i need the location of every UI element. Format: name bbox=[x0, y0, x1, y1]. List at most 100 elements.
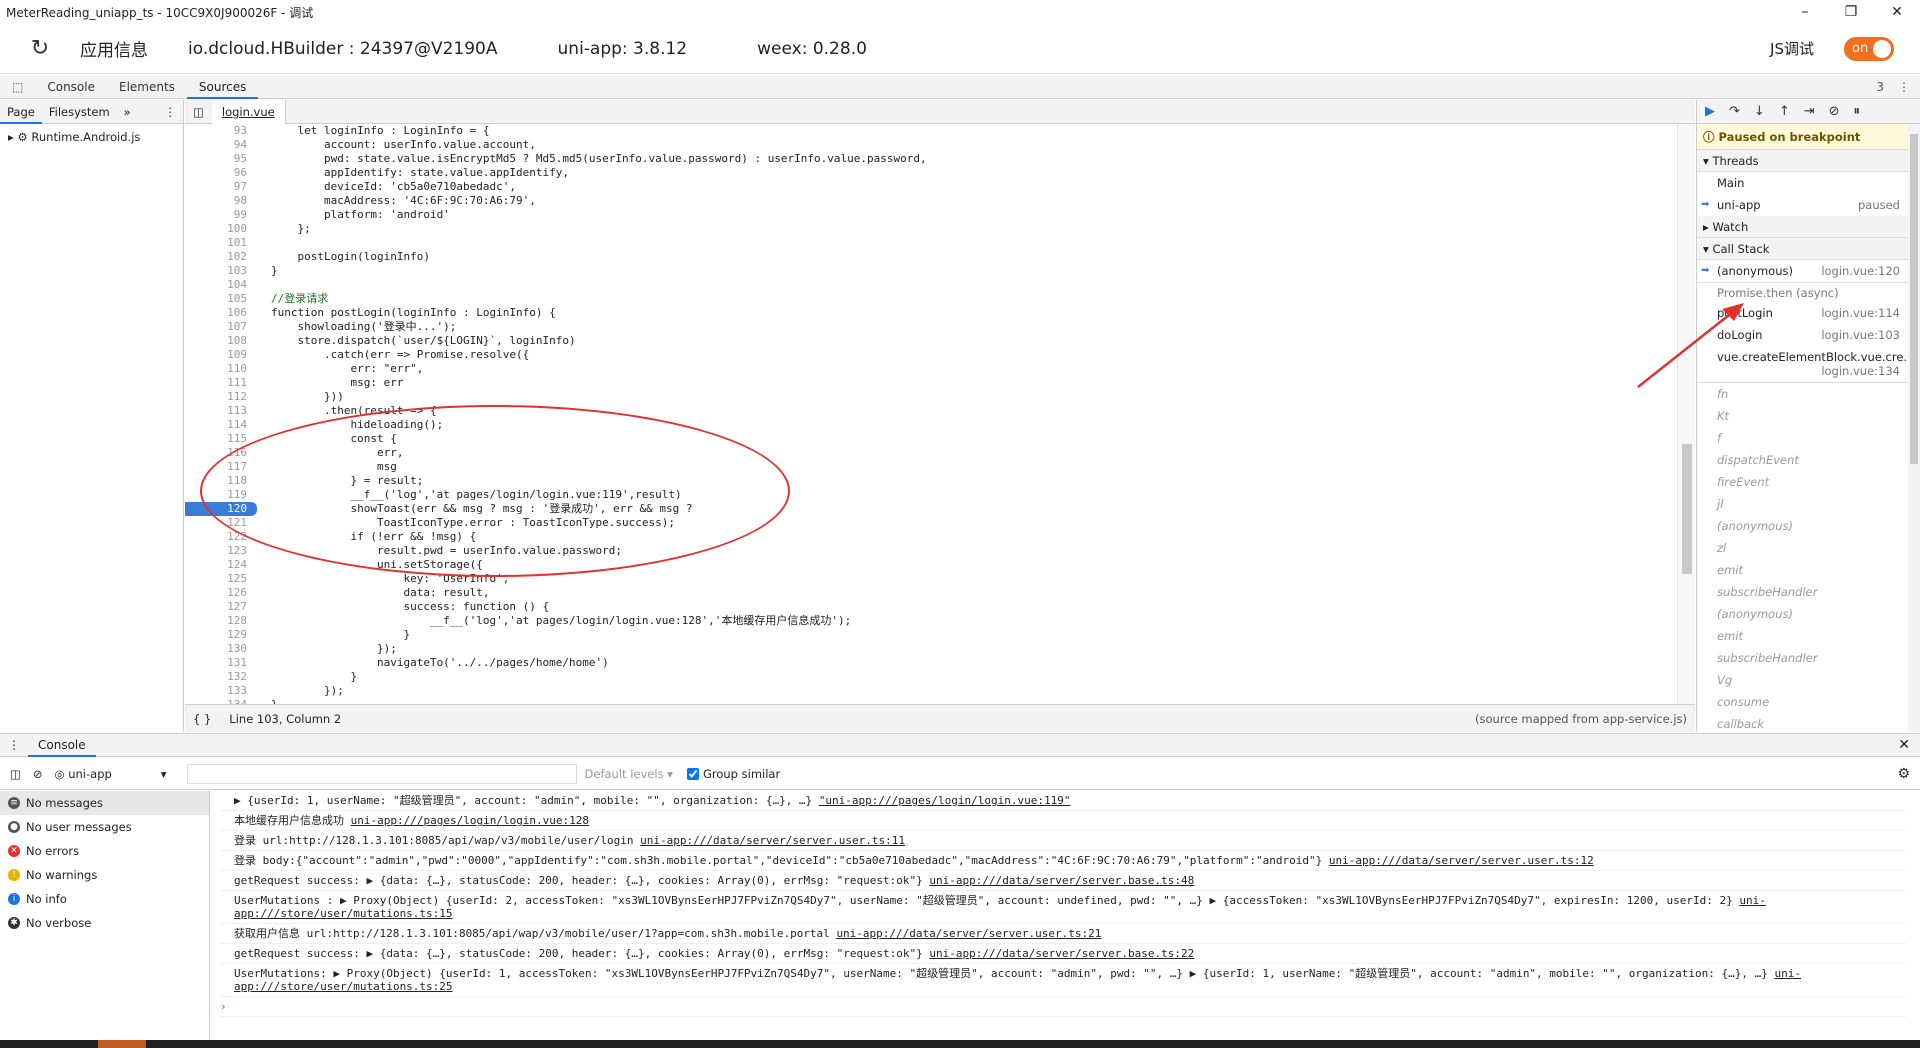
ignored-frame[interactable]: emit bbox=[1697, 559, 1920, 581]
callstack-frame[interactable]: (anonymous) login.vue:120 bbox=[1697, 260, 1920, 282]
code-line[interactable]: 108 store.dispatch(`user/${LOGIN}`, logi… bbox=[185, 334, 1677, 348]
code-line[interactable]: 102 postLogin(loginInfo) bbox=[185, 250, 1677, 264]
ignored-frame[interactable]: Kt bbox=[1697, 405, 1920, 427]
console-filter-input[interactable] bbox=[186, 763, 577, 784]
line-number[interactable]: 119 bbox=[185, 488, 257, 502]
code-line[interactable]: 101 bbox=[185, 236, 1677, 250]
console-filter-user[interactable]: ● No user messages bbox=[0, 815, 209, 839]
code-line[interactable]: 126 data: result, bbox=[185, 586, 1677, 600]
context-selector[interactable]: ◎ uni-app ▾ bbox=[55, 767, 175, 781]
line-number[interactable]: 111 bbox=[185, 376, 257, 390]
line-number[interactable]: 114 bbox=[185, 418, 257, 432]
step-into-icon[interactable]: ↓ bbox=[1754, 104, 1765, 119]
console-message[interactable]: ▶ {userId: 1, userName: "超级管理员", account… bbox=[220, 791, 1905, 811]
console-prompt[interactable]: › bbox=[220, 997, 1905, 1017]
ignored-frame[interactable]: (anonymous) bbox=[1697, 515, 1920, 537]
console-message[interactable]: 本地缓存用户信息成功 uni-app:///pages/login/login.… bbox=[220, 811, 1905, 831]
code-line[interactable]: 103} bbox=[185, 264, 1677, 278]
line-number[interactable]: 123 bbox=[185, 544, 257, 558]
line-number[interactable]: 125 bbox=[185, 572, 257, 586]
code-line[interactable]: 130 }); bbox=[185, 642, 1677, 656]
code-line[interactable]: 127 success: function () { bbox=[185, 600, 1677, 614]
console-settings-icon[interactable]: ⚙ bbox=[1897, 766, 1910, 782]
reload-icon[interactable]: ↻ bbox=[0, 36, 80, 61]
code-line[interactable]: 99 platform: 'android' bbox=[185, 208, 1677, 222]
js-debug-toggle[interactable]: on bbox=[1844, 36, 1894, 61]
code-line[interactable]: 123 result.pwd = userInfo.value.password… bbox=[185, 544, 1677, 558]
tab-page[interactable]: Page bbox=[0, 100, 42, 124]
line-number[interactable]: 100 bbox=[185, 222, 257, 236]
code-line[interactable]: 111 msg: err bbox=[185, 376, 1677, 390]
line-number[interactable]: 115 bbox=[185, 432, 257, 446]
ignored-frame[interactable]: (anonymous) bbox=[1697, 603, 1920, 625]
line-number[interactable]: 105 bbox=[185, 292, 257, 306]
close-drawer-icon[interactable]: ✕ bbox=[1898, 737, 1920, 753]
line-number[interactable]: 97 bbox=[185, 180, 257, 194]
code-line[interactable]: 93 let loginInfo : LoginInfo = { bbox=[185, 124, 1677, 138]
ignored-frame[interactable]: subscribeHandler bbox=[1697, 647, 1920, 669]
source-mapped-label[interactable]: (source mapped from app-service.js) bbox=[1475, 712, 1687, 726]
ignored-frame[interactable]: zl bbox=[1697, 537, 1920, 559]
message-source-link[interactable]: uni-app:///data/server/server.base.ts:22 bbox=[929, 947, 1194, 960]
console-message[interactable]: 登录 url:http://128.1.3.101:8085/api/wap/v… bbox=[220, 831, 1905, 851]
ignored-frame[interactable]: subscribeHandler bbox=[1697, 581, 1920, 603]
code-line[interactable]: 98 macAddress: '4C:6F:9C:70:A6:79', bbox=[185, 194, 1677, 208]
code-line[interactable]: 94 account: userInfo.value.account, bbox=[185, 138, 1677, 152]
line-number[interactable]: 96 bbox=[185, 166, 257, 180]
code-line[interactable]: 100 }; bbox=[185, 222, 1677, 236]
issues-count[interactable]: 3 bbox=[1876, 80, 1884, 94]
line-number[interactable]: 99 bbox=[185, 208, 257, 222]
console-filter-i[interactable]: i No info bbox=[0, 887, 209, 911]
code-area[interactable]: 93 let loginInfo : LoginInfo = {94 accou… bbox=[185, 124, 1677, 704]
sidebar-scrollbar[interactable] bbox=[1908, 124, 1920, 732]
line-number[interactable]: 107 bbox=[185, 320, 257, 334]
line-number[interactable]: 133 bbox=[185, 684, 257, 698]
code-line[interactable]: 120 showToast(err && msg ? msg : '登录成功',… bbox=[185, 502, 1677, 516]
callstack-section-header[interactable]: ▾ Call Stack bbox=[1697, 238, 1920, 260]
callstack-frame[interactable]: doLogin login.vue:103 bbox=[1697, 324, 1920, 346]
message-source-link[interactable]: uni-app:///data/server/server.user.ts:21 bbox=[836, 927, 1101, 940]
message-source-link[interactable]: uni-app:///data/server/server.base.ts:48 bbox=[929, 874, 1194, 887]
line-number[interactable]: 110 bbox=[185, 362, 257, 376]
deactivate-breakpoints-icon[interactable]: ⊘ bbox=[1829, 104, 1840, 119]
step-icon[interactable]: ⇥ bbox=[1804, 104, 1815, 119]
code-line[interactable]: 118 } = result; bbox=[185, 474, 1677, 488]
code-line[interactable]: 128 __f__('log','at pages/login/login.vu… bbox=[185, 614, 1677, 628]
editor-scrollbar[interactable] bbox=[1677, 124, 1695, 704]
console-filter-list[interactable]: ≡ No messages bbox=[0, 791, 209, 815]
pause-on-exceptions-icon[interactable]: ⏸ bbox=[1854, 104, 1861, 119]
line-number[interactable]: 118 bbox=[185, 474, 257, 488]
ignored-frame[interactable]: emit bbox=[1697, 625, 1920, 647]
line-number[interactable]: 122 bbox=[185, 530, 257, 544]
message-source-link[interactable]: uni-app:///data/server/server.user.ts:11 bbox=[640, 834, 905, 847]
ignored-frame[interactable]: f bbox=[1697, 427, 1920, 449]
inspect-icon[interactable]: ⬚ bbox=[0, 75, 35, 99]
code-line[interactable]: 112 })) bbox=[185, 390, 1677, 404]
group-similar-check[interactable] bbox=[686, 767, 699, 780]
line-number[interactable]: 98 bbox=[185, 194, 257, 208]
code-line[interactable]: 133 }); bbox=[185, 684, 1677, 698]
file-tab-login-vue[interactable]: login.vue bbox=[211, 99, 286, 124]
step-out-icon[interactable]: ↑ bbox=[1779, 104, 1790, 119]
line-number[interactable]: 129 bbox=[185, 628, 257, 642]
line-number[interactable]: 116 bbox=[185, 446, 257, 460]
console-filter-![interactable]: ! No warnings bbox=[0, 863, 209, 887]
line-number[interactable]: 124 bbox=[185, 558, 257, 572]
console-message[interactable]: UserMutations : ▶ Proxy(Object) {userId:… bbox=[220, 891, 1905, 924]
thread-main[interactable]: Main bbox=[1697, 172, 1920, 194]
line-number[interactable]: 103 bbox=[185, 264, 257, 278]
message-source-link[interactable]: uni-app:///pages/login/login.vue:128 bbox=[351, 814, 589, 827]
code-line[interactable]: 96 appIdentify: state.value.appIdentify, bbox=[185, 166, 1677, 180]
code-line[interactable]: 125 key: 'UserInfo', bbox=[185, 572, 1677, 586]
line-number[interactable]: 126 bbox=[185, 586, 257, 600]
code-line[interactable]: 115 const { bbox=[185, 432, 1677, 446]
minimize-button[interactable]: – bbox=[1782, 0, 1828, 24]
taskbar-app[interactable] bbox=[98, 1040, 146, 1048]
callstack-frame[interactable]: postLogin login.vue:114 bbox=[1697, 302, 1920, 324]
code-line[interactable]: 104 bbox=[185, 278, 1677, 292]
threads-section-header[interactable]: ▾ Threads bbox=[1697, 150, 1920, 172]
code-line[interactable]: 97 deviceId: 'cb5a0e710abedadc', bbox=[185, 180, 1677, 194]
code-line[interactable]: 114 hideloading(); bbox=[185, 418, 1677, 432]
tab-more[interactable]: » bbox=[117, 100, 138, 124]
close-window-button[interactable]: ✕ bbox=[1874, 0, 1920, 24]
